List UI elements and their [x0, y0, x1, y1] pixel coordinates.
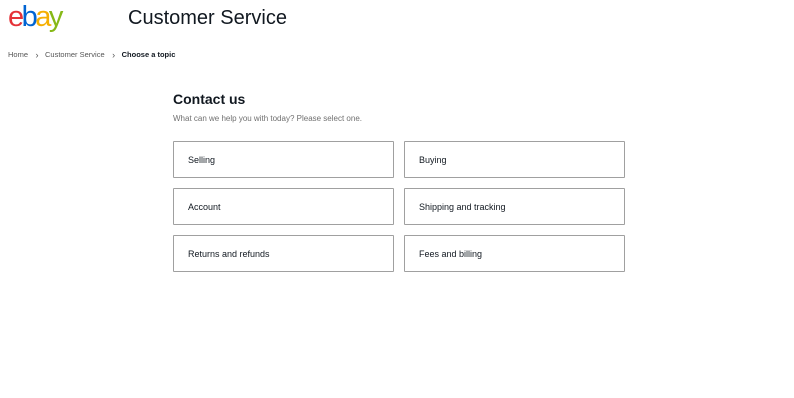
topic-grid: Selling Buying Account Shipping and trac… — [173, 141, 625, 272]
topic-label: Returns and refunds — [188, 248, 270, 259]
topic-label: Shipping and tracking — [419, 201, 506, 212]
logo-letter-a: a — [35, 1, 51, 33]
logo-letter-y: y — [48, 1, 64, 33]
topic-buying-button[interactable]: Buying — [404, 141, 625, 178]
topic-account-button[interactable]: Account — [173, 188, 394, 225]
topic-selling-button[interactable]: Selling — [173, 141, 394, 178]
contact-heading: Contact us — [173, 91, 246, 107]
breadcrumb-home-link[interactable]: Home — [8, 49, 28, 61]
page-title: Customer Service — [128, 7, 287, 29]
breadcrumb: Home › Customer Service › Choose a topic — [8, 49, 175, 61]
chevron-right-icon: › — [112, 50, 116, 60]
topic-label: Fees and billing — [419, 248, 483, 259]
topic-label: Account — [188, 201, 221, 212]
topic-label: Buying — [419, 154, 447, 165]
logo-letter-e: e — [8, 1, 24, 33]
topic-returns-button[interactable]: Returns and refunds — [173, 235, 394, 272]
topic-label: Selling — [188, 154, 216, 165]
logo-letter-b: b — [21, 1, 38, 33]
breadcrumb-customer-service-link[interactable]: Customer Service — [45, 49, 105, 61]
breadcrumb-current: Choose a topic — [121, 50, 176, 59]
contact-subheading: What can we help you with today? Please … — [173, 114, 362, 123]
contact-section: Contact us What can we help you with tod… — [173, 90, 625, 272]
topic-fees-button[interactable]: Fees and billing — [404, 235, 625, 272]
header: e b a y Customer Service — [0, 0, 794, 40]
topic-shipping-button[interactable]: Shipping and tracking — [404, 188, 625, 225]
chevron-right-icon: › — [35, 50, 39, 60]
page: e b a y Customer Service Home › Customer… — [0, 0, 794, 398]
ebay-logo[interactable]: e b a y — [8, 1, 64, 33]
